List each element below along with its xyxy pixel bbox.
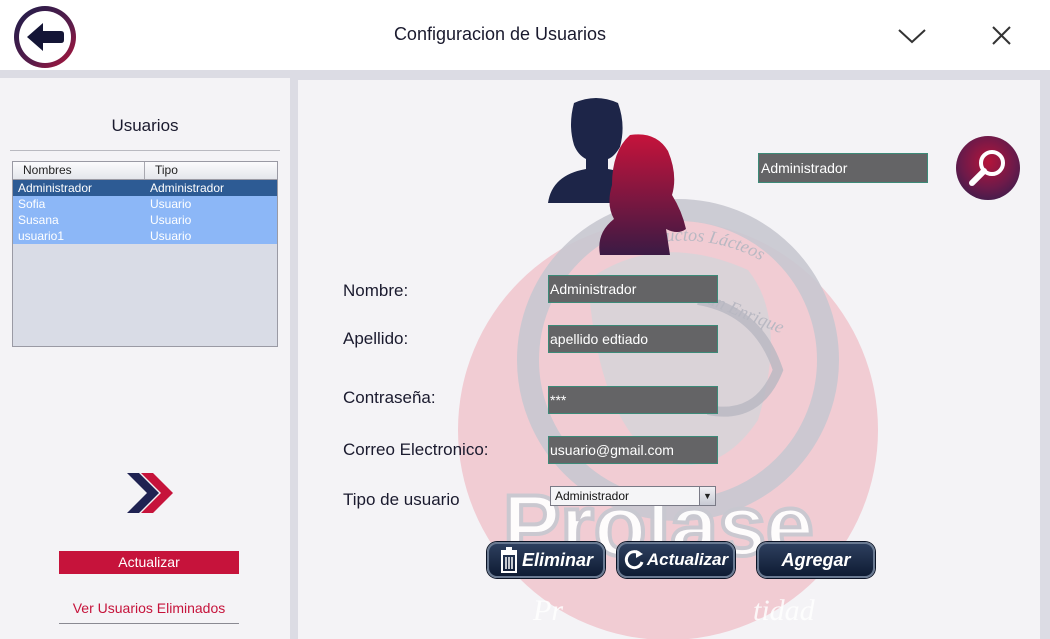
table-row[interactable]: Susana Usuario xyxy=(13,212,277,228)
divider xyxy=(10,150,280,151)
chevron-down-icon xyxy=(898,29,926,44)
update-user-button[interactable]: Actualizar xyxy=(617,542,735,578)
add-user-button-label: Agregar xyxy=(781,549,851,570)
refresh-icon xyxy=(624,550,644,570)
nombre-label: Nombre: xyxy=(343,281,409,300)
minimize-button[interactable] xyxy=(897,22,927,48)
email-label: Correo Electronico: xyxy=(343,440,489,459)
add-user-button[interactable]: Agregar xyxy=(757,542,875,578)
cell-tipo: Usuario xyxy=(150,229,192,243)
cell-nombre: usuario1 xyxy=(18,229,65,243)
back-button[interactable] xyxy=(14,6,76,68)
window-title: Configuracion de Usuarios xyxy=(393,24,607,44)
search-user-input[interactable] xyxy=(758,153,928,183)
column-header-nombres[interactable]: Nombres xyxy=(13,162,145,179)
user-form-panel: Prolase Productos Lácteos San Enrique Pr… xyxy=(298,80,1040,639)
cell-nombre: Administrador xyxy=(18,181,93,195)
user-type-label: Tipo de usuario xyxy=(343,490,460,509)
magnifier-icon xyxy=(969,150,1005,186)
update-user-button-label: Actualizar xyxy=(646,550,729,569)
user-type-value: Administrador xyxy=(555,489,630,503)
user-type-dropdown[interactable]: Administrador ▼ xyxy=(550,486,716,506)
delete-button-label: Eliminar xyxy=(521,549,594,570)
trash-icon xyxy=(500,547,517,573)
password-field[interactable] xyxy=(548,386,718,414)
users-avatar-icon xyxy=(548,98,686,255)
close-icon xyxy=(992,26,1011,45)
link-underline xyxy=(59,623,239,624)
update-list-button[interactable]: Actualizar xyxy=(59,551,239,574)
table-row[interactable]: Sofia Usuario xyxy=(13,196,277,212)
nombre-field[interactable] xyxy=(548,275,718,303)
deleted-users-link[interactable]: Ver Usuarios Eliminados xyxy=(59,600,239,616)
cell-nombre: Sofia xyxy=(18,197,46,211)
table-header: Nombres Tipo xyxy=(13,162,277,180)
arrow-left-icon xyxy=(27,23,64,51)
email-field[interactable] xyxy=(548,436,718,464)
column-header-tipo[interactable]: Tipo xyxy=(145,162,178,179)
title-bar: Configuracion de Usuarios xyxy=(0,0,1050,74)
close-button[interactable] xyxy=(988,22,1016,50)
delete-button[interactable]: Eliminar xyxy=(487,542,605,578)
cell-nombre: Susana xyxy=(18,213,59,227)
apellido-field[interactable] xyxy=(548,325,718,353)
watermark-tagline-left: Pr xyxy=(532,594,563,627)
table-row[interactable]: Administrador Administrador xyxy=(13,180,277,196)
cell-tipo: Usuario xyxy=(150,213,192,227)
apellido-label: Apellido: xyxy=(343,329,409,348)
cell-tipo: Usuario xyxy=(150,197,192,211)
cell-tipo: Administrador xyxy=(150,181,225,195)
users-sidebar: Usuarios Nombres Tipo Administrador Admi… xyxy=(0,78,290,639)
table-row[interactable]: usuario1 Usuario xyxy=(13,228,277,244)
double-chevron-right-icon[interactable] xyxy=(125,471,177,515)
dropdown-arrow-icon: ▼ xyxy=(699,487,715,505)
search-button[interactable] xyxy=(956,136,1020,200)
users-table[interactable]: Nombres Tipo Administrador Administrador… xyxy=(12,161,278,347)
watermark-tagline-right: tidad xyxy=(753,594,816,627)
users-heading: Usuarios xyxy=(111,116,179,135)
password-label: Contraseña: xyxy=(343,388,436,407)
